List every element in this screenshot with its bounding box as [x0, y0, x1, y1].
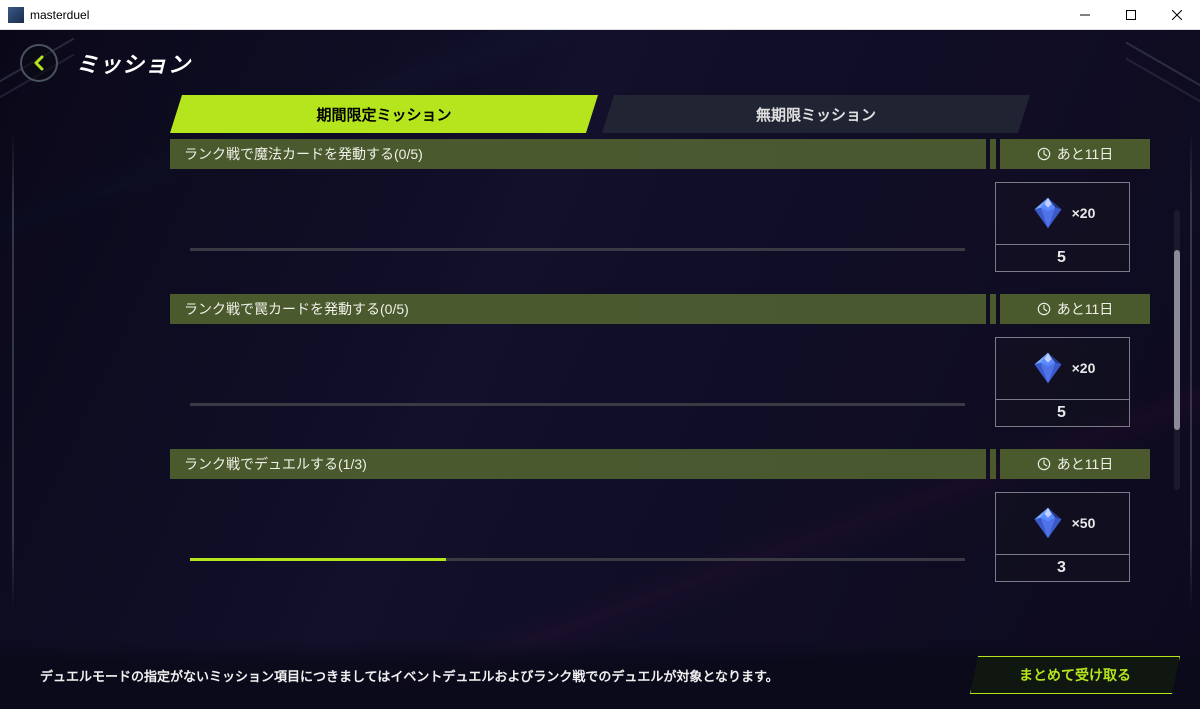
collect-all-button[interactable]: まとめて受け取る	[970, 656, 1180, 694]
clock-icon	[1037, 147, 1051, 161]
scrollbar-thumb[interactable]	[1174, 250, 1180, 430]
reward-quantity: ×20	[1072, 205, 1096, 221]
window-titlebar: masterduel	[0, 0, 1200, 30]
reward-top: ×20	[996, 183, 1129, 245]
mission-item[interactable]: ランク戦で魔法カードを発動する(0/5) あと11日	[170, 139, 1150, 284]
reward-target: 5	[996, 245, 1129, 271]
mission-title: ランク戦でデュエルする(1/3)	[170, 449, 986, 479]
mission-title: ランク戦で罠カードを発動する(0/5)	[170, 294, 986, 324]
mission-item[interactable]: ランク戦でデュエルする(1/3) あと11日	[170, 449, 1150, 594]
mission-header: ランク戦で罠カードを発動する(0/5) あと11日	[170, 294, 1150, 324]
page-header: ミッション	[0, 30, 1200, 95]
back-button[interactable]	[20, 44, 58, 82]
tab-label: 無期限ミッション	[756, 104, 876, 125]
divider	[990, 139, 996, 169]
progress-fill	[190, 558, 446, 561]
maximize-button[interactable]	[1108, 0, 1154, 30]
collect-all-label: まとめて受け取る	[1019, 665, 1131, 685]
reward-top: ×50	[996, 493, 1129, 555]
back-chevron-icon	[31, 55, 47, 71]
tab-unlimited-missions[interactable]: 無期限ミッション	[602, 95, 1030, 133]
reward-target: 3	[996, 555, 1129, 581]
game-viewport: ミッション 期間限定ミッション 無期限ミッション ランク戦で魔法カードを発動する…	[0, 30, 1200, 709]
reward-card[interactable]: ×20 5	[995, 182, 1130, 272]
mission-header: ランク戦で魔法カードを発動する(0/5) あと11日	[170, 139, 1150, 169]
gem-icon	[1030, 195, 1066, 231]
progress-wrap	[170, 203, 995, 251]
time-text: あと11日	[1057, 144, 1114, 164]
mission-body: ×50 3	[170, 479, 1150, 594]
app-icon	[8, 7, 24, 23]
reward-quantity: ×20	[1072, 360, 1096, 376]
reward-quantity: ×50	[1072, 515, 1096, 531]
page-title: ミッション	[76, 47, 191, 79]
maximize-icon	[1126, 10, 1136, 20]
window-title: masterduel	[30, 8, 1062, 22]
tab-label: 期間限定ミッション	[316, 104, 451, 125]
progress-bar	[190, 403, 965, 406]
footer-bar: デュエルモードの指定がないミッション項目につきましてはイベントデュエルおよびラン…	[0, 641, 1200, 709]
gem-icon	[1030, 350, 1066, 386]
clock-icon	[1037, 302, 1051, 316]
close-icon	[1172, 10, 1182, 20]
mission-time-remaining: あと11日	[1000, 139, 1150, 169]
progress-wrap	[170, 358, 995, 406]
mission-time-remaining: あと11日	[1000, 449, 1150, 479]
mission-item[interactable]: ランク戦で罠カードを発動する(0/5) あと11日	[170, 294, 1150, 439]
reward-card[interactable]: ×20 5	[995, 337, 1130, 427]
reward-card[interactable]: ×50 3	[995, 492, 1130, 582]
frame-line	[1190, 130, 1192, 609]
time-text: あと11日	[1057, 454, 1114, 474]
progress-wrap	[170, 513, 995, 561]
clock-icon	[1037, 457, 1051, 471]
divider	[990, 449, 996, 479]
minimize-button[interactable]	[1062, 0, 1108, 30]
mission-title: ランク戦で魔法カードを発動する(0/5)	[170, 139, 986, 169]
progress-bar	[190, 558, 965, 561]
divider	[990, 294, 996, 324]
mission-body: ×20 5	[170, 169, 1150, 284]
footer-note: デュエルモードの指定がないミッション項目につきましてはイベントデュエルおよびラン…	[20, 666, 970, 685]
tab-limited-missions[interactable]: 期間限定ミッション	[170, 95, 598, 133]
mission-time-remaining: あと11日	[1000, 294, 1150, 324]
minimize-icon	[1080, 10, 1090, 20]
progress-bar	[190, 248, 965, 251]
mission-header: ランク戦でデュエルする(1/3) あと11日	[170, 449, 1150, 479]
mission-body: ×20 5	[170, 324, 1150, 439]
reward-top: ×20	[996, 338, 1129, 400]
scrollbar-track[interactable]	[1174, 210, 1180, 490]
gem-icon	[1030, 505, 1066, 541]
frame-line	[12, 130, 14, 609]
mission-list: ランク戦で魔法カードを発動する(0/5) あと11日	[170, 139, 1150, 639]
reward-target: 5	[996, 400, 1129, 426]
close-button[interactable]	[1154, 0, 1200, 30]
time-text: あと11日	[1057, 299, 1114, 319]
